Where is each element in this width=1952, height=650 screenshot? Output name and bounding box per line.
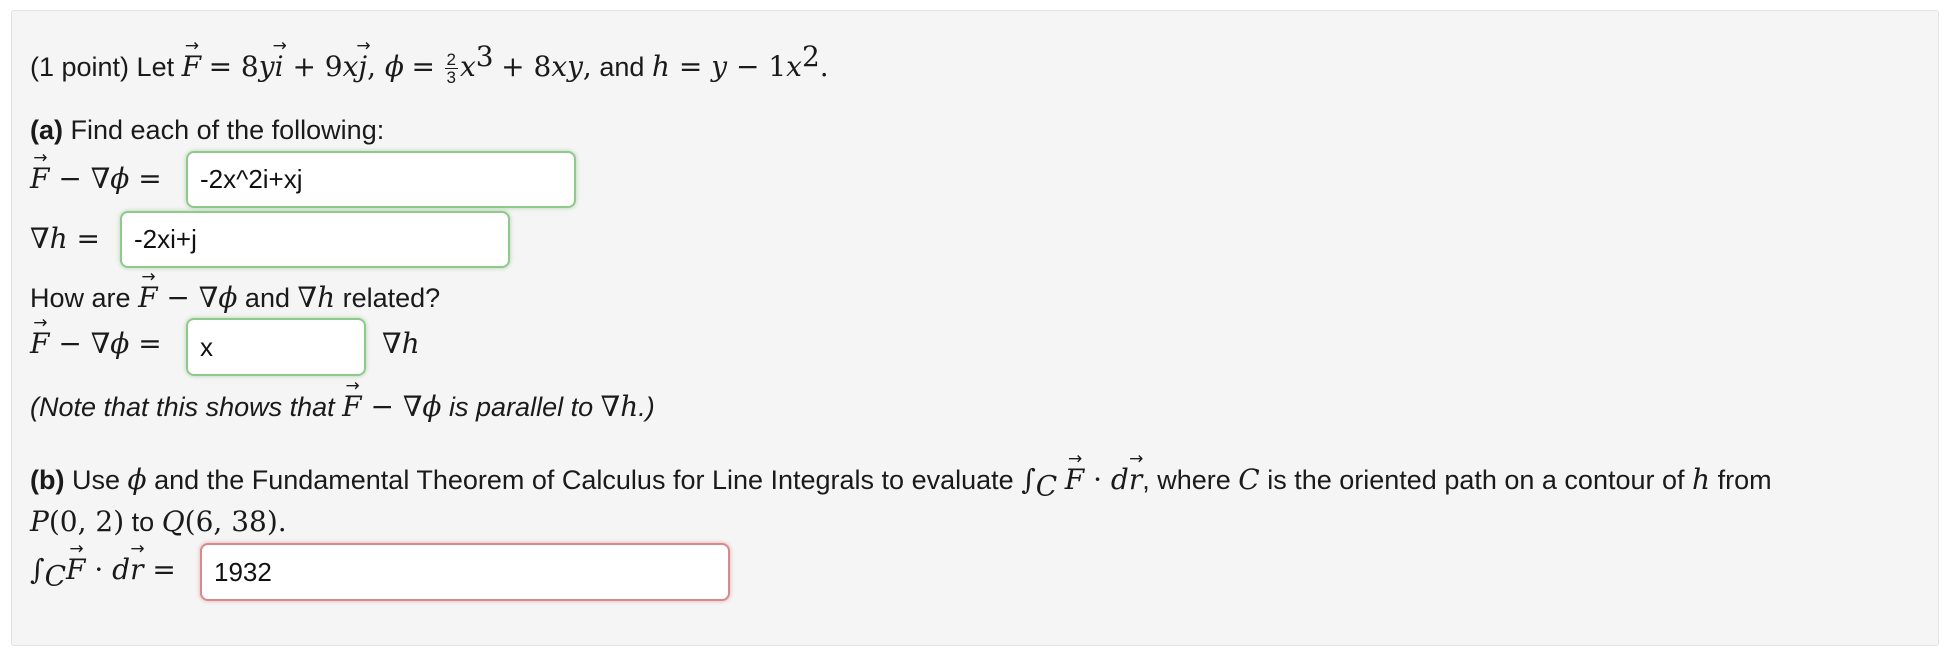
part-b-prompt-2: and the Fundamental Theorem of Calculus … <box>154 465 1014 495</box>
multiplier-label: F − ∇ϕ = <box>30 327 162 361</box>
grad-diff-input[interactable] <box>186 151 576 208</box>
problem-statement: (1 point) Let F = 8yi + 9xj, ϕ = 23x3 + … <box>30 40 829 86</box>
grad-h-label: ∇h = <box>30 222 100 255</box>
points-label: (1 point) Let <box>30 52 175 82</box>
part-b-prompt-3: , where <box>1142 465 1231 495</box>
part-b-line-2: P(0, 2) to Q(6, 38). <box>30 505 287 538</box>
integral-label: ∫CF · dr = <box>30 553 176 593</box>
relation-question: How are F − ∇ϕ and ∇h related? <box>30 281 440 315</box>
note: (Note that this shows that F − ∇ϕ is par… <box>30 390 655 424</box>
part-b-prompt-6: to <box>131 507 155 537</box>
part-a-label: (a) <box>30 115 63 145</box>
part-b-prompt-4: is the oriented path on a contour of <box>1267 465 1685 495</box>
integral-input[interactable] <box>200 543 730 601</box>
part-b-label: (b) <box>30 465 65 495</box>
grad-h-input[interactable] <box>120 211 510 268</box>
grad-h-suffix: ∇h <box>382 327 420 360</box>
grad-diff-label: F − ∇ϕ = <box>30 162 162 196</box>
note-end: is parallel to <box>449 392 594 422</box>
note-start: (Note that this shows that <box>30 392 335 422</box>
relation-q-end: related? <box>342 283 441 313</box>
relation-q-and: and <box>244 283 290 313</box>
fraction: 23 <box>444 50 458 88</box>
part-a-prompt: Find each of the following: <box>70 115 385 145</box>
part-b-line-1: (b) Use ϕ and the Fundamental Theorem of… <box>30 463 1772 503</box>
part-b-prompt-5: from <box>1717 465 1772 495</box>
part-b-prompt-1: Use <box>72 465 121 495</box>
part-a-heading: (a) Find each of the following: <box>30 114 384 146</box>
multiplier-input[interactable] <box>186 318 366 376</box>
relation-q-start: How are <box>30 283 131 313</box>
